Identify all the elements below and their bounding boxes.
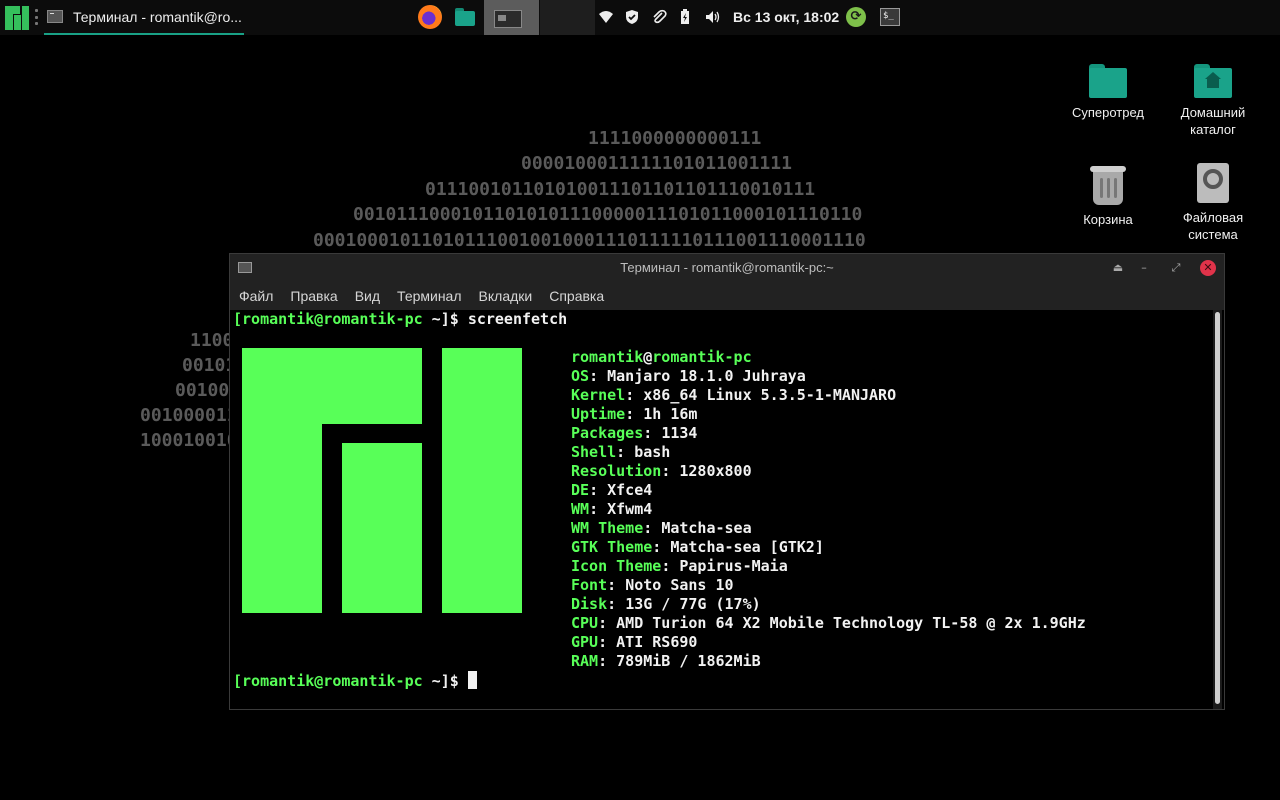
wifi-icon[interactable] [598, 9, 614, 25]
desktop-icon-home[interactable]: Домашний каталог [1168, 62, 1258, 138]
update-icon[interactable]: ⟳ [846, 7, 866, 27]
paperclip-icon[interactable] [651, 9, 667, 25]
info-row: Kernel: x86_64 Linux 5.3.5-1-MANJARO [571, 386, 897, 404]
terminal-icon[interactable]: $_ [880, 8, 900, 26]
minimize-button[interactable]: – [1136, 260, 1152, 276]
info-row: Font: Noto Sans 10 [571, 576, 734, 594]
info-row: Icon Theme: Papirus-Maia [571, 557, 788, 575]
terminal-icon [47, 10, 63, 23]
info-row: Resolution: 1280x800 [571, 462, 752, 480]
file-manager-icon[interactable] [453, 5, 477, 29]
window-titlebar[interactable]: Терминал - romantik@romantik-pc:~ ⏏ – ⤢ … [230, 254, 1224, 282]
window-title: Терминал - romantik@romantik-pc:~ [620, 260, 834, 275]
prompt-user-host: romantik@romantik-pc [242, 310, 423, 328]
info-row: Packages: 1134 [571, 424, 698, 442]
info-row: GPU: ATI RS690 [571, 633, 698, 651]
info-row: Uptime: 1h 16m [571, 405, 698, 423]
prompt-path: ~] [422, 672, 450, 690]
desktop-icon-label: Корзина [1083, 212, 1133, 227]
info-row: DE: Xfce4 [571, 481, 653, 499]
prompt-line: [romantik@romantik-pc ~]$ [233, 671, 477, 691]
panel-separator [35, 9, 39, 25]
taskbar-terminal-button[interactable]: Терминал - romantik@ro... [44, 0, 244, 35]
info-row: OS: Manjaro 18.1.0 Juhraya [571, 367, 806, 385]
menu-file[interactable]: Файл [239, 288, 273, 304]
desktop-icon-filesystem[interactable]: Файловая система [1168, 163, 1258, 243]
terminal-menubar: Файл Правка Вид Терминал Вкладки Справка [230, 282, 1224, 310]
menu-edit[interactable]: Правка [290, 288, 337, 304]
drive-icon [1197, 163, 1229, 203]
shield-icon[interactable] [624, 9, 640, 25]
prompt-dollar: $ [449, 672, 468, 690]
battery-icon[interactable] [677, 9, 693, 25]
prompt-user-host: romantik@romantik-pc [242, 672, 423, 690]
trash-icon [1089, 163, 1127, 205]
wallpaper-binary-line: 011100101101010011101101101110010111 [425, 179, 816, 200]
wallpaper-binary-line: 0010111000101101010111000001110101100010… [353, 204, 863, 225]
menu-tabs[interactable]: Вкладки [479, 288, 533, 304]
info-row: RAM: 789MiB / 1862MiB [571, 652, 761, 670]
info-row: Shell: bash [571, 443, 671, 461]
desktop-icon-label: Файловая система [1182, 210, 1244, 242]
desktop-icon-superotred[interactable]: Суперотред [1063, 62, 1153, 121]
panel-clock[interactable]: Вс 13 окт, 18:02 [733, 9, 839, 25]
desktop-icon-label: Суперотред [1071, 105, 1145, 120]
info-row: GTK Theme: Matcha-sea [GTK2] [571, 538, 824, 556]
taskbar-terminal-title: Терминал - romantik@ro... [73, 8, 242, 25]
terminal-window[interactable]: Терминал - romantik@romantik-pc:~ ⏏ – ⤢ … [229, 253, 1225, 710]
scrollbar-thumb[interactable] [1215, 312, 1220, 704]
firefox-icon[interactable] [418, 5, 442, 29]
shade-button[interactable]: ⏏ [1110, 260, 1126, 276]
top-panel: Терминал - romantik@ro... Вс 13 окт, 18:… [0, 0, 1280, 35]
maximize-button[interactable]: ⤢ [1168, 260, 1184, 276]
info-row: WM Theme: Matcha-sea [571, 519, 752, 537]
folder-icon [1089, 62, 1127, 98]
desktop-icon-label: Домашний каталог [1180, 105, 1246, 137]
prompt-bracket: [ [233, 672, 243, 690]
prompt-path: ~] [422, 310, 450, 328]
workspace-1[interactable] [484, 0, 539, 35]
text-cursor [467, 671, 477, 689]
wallpaper-binary-line: 0001000101101011100100100011101111101110… [313, 230, 866, 251]
screenfetch-info: romantik@romantik-pc OS: Manjaro 18.1.0 … [571, 348, 1086, 671]
prompt-dollar: $ [449, 310, 468, 328]
info-row: CPU: AMD Turion 64 X2 Mobile Technology … [571, 614, 1086, 632]
desktop-icon-trash[interactable]: Корзина [1063, 163, 1153, 228]
info-user-host: romantik@romantik-pc [571, 348, 752, 366]
workspace-2[interactable] [540, 0, 595, 35]
menu-help[interactable]: Справка [549, 288, 604, 304]
terminal-output[interactable]: [romantik@romantik-pc ~]$ screenfetch ro… [230, 310, 1224, 709]
menu-terminal[interactable]: Терминал [397, 288, 461, 304]
manjaro-logo-icon[interactable] [5, 6, 29, 30]
speaker-icon[interactable] [705, 9, 721, 25]
home-folder-icon [1194, 62, 1232, 98]
command-text: screenfetch [467, 310, 568, 328]
info-row: Disk: 13G / 77G (17%) [571, 595, 761, 613]
close-button[interactable]: ✕ [1200, 260, 1216, 276]
info-row: WM: Xfwm4 [571, 500, 653, 518]
wallpaper-binary-line: 0000100011111101011001111 [521, 153, 792, 174]
prompt-bracket: [ [233, 310, 243, 328]
prompt-line: [romantik@romantik-pc ~]$ screenfetch [233, 310, 567, 329]
wallpaper-binary-line: 1111000000000111 [588, 128, 762, 149]
menu-view[interactable]: Вид [355, 288, 380, 304]
terminal-scrollbar[interactable] [1213, 310, 1222, 709]
